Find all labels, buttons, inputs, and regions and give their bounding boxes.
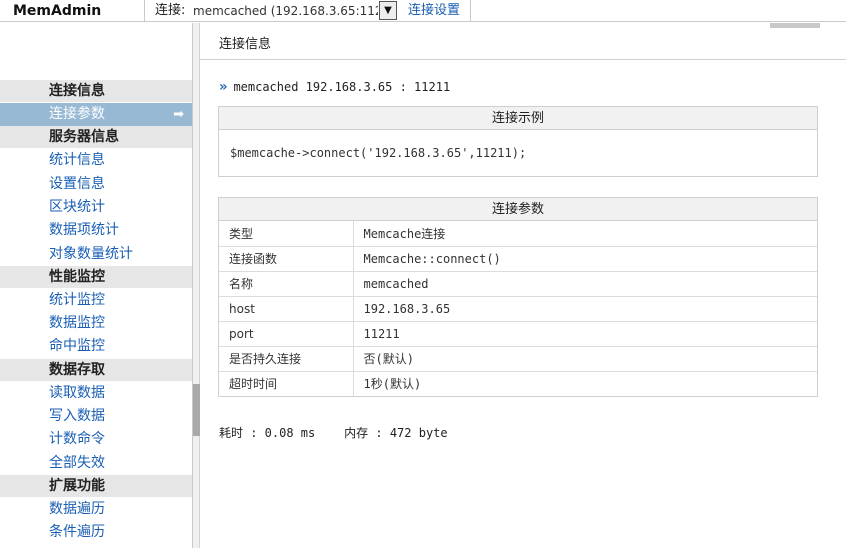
connection-example-box: 连接示例 $memcache->connect('192.168.3.65',1… [218, 106, 818, 177]
table-row: 连接函数 Memcache::connect() [219, 245, 817, 271]
server-address: memcached 192.168.3.65 : 11211 [233, 80, 451, 94]
sidebar-item-label: 统计监控 [49, 291, 105, 308]
param-value: memcached [353, 270, 817, 296]
main-top-tab-marker [770, 23, 820, 28]
connection-select[interactable]: memcached (192.168.3.65:112 [193, 2, 378, 20]
param-value: 11211 [353, 320, 817, 346]
sidebar-group-header: 连接信息 [0, 80, 192, 102]
param-value: Memcache连接 [363, 226, 446, 241]
sidebar-scrollbar-thumb[interactable] [193, 384, 200, 436]
connection-settings-link[interactable]: 连接设置 [408, 0, 460, 22]
sidebar-item[interactable]: 设置信息 [0, 173, 192, 196]
sidebar-item-label: 写入数据 [49, 408, 105, 424]
table-row: 名称 memcached [219, 270, 817, 296]
sidebar-item-label: 设置信息 [49, 175, 105, 192]
sidebar-item-label: 读取数据 [49, 384, 105, 401]
top-bar-divider [470, 0, 471, 22]
sidebar-item[interactable]: 数据项统计 [0, 219, 192, 242]
sidebar-item[interactable]: 统计信息 [0, 149, 192, 172]
sidebar-item-label: 连接参数 [49, 106, 105, 122]
sidebar-item-label: 对象数量统计 [49, 245, 133, 262]
param-key: port [219, 320, 354, 346]
sidebar-item[interactable]: 命中监控 [0, 335, 192, 358]
main-content: 连接信息 » memcached 192.168.3.65 : 11211 连接示… [200, 23, 846, 548]
connection-params-title: 连接参数 [219, 198, 817, 221]
connection-example-code: $memcache->connect('192.168.3.65',11211)… [230, 146, 527, 160]
main-top-strip [200, 23, 846, 29]
sidebar-group-header: 服务器信息 [0, 126, 192, 149]
sidebar-item[interactable]: 计数命令 [0, 428, 192, 451]
table-row: 超时时间 1秒(默认) [219, 370, 817, 396]
sidebar-item-label: 统计信息 [49, 152, 105, 169]
param-key: 是否持久连接 [219, 345, 354, 371]
top-bar: MemAdmin 连接: memcached (192.168.3.65:112… [0, 0, 846, 22]
sidebar-item[interactable]: 全部失效 [0, 452, 192, 475]
sidebar-group-header: 数据存取 [0, 358, 192, 381]
double-chevron-icon: » [219, 79, 228, 95]
sidebar-item-label: 条件遍历 [49, 524, 105, 541]
sidebar-scrollbar-track[interactable] [193, 23, 200, 548]
sidebar-group-header: 性能监控 [0, 265, 192, 288]
param-key: host [219, 295, 354, 321]
sidebar-item[interactable]: 对象数量统计 [0, 243, 192, 266]
sidebar-item[interactable]: 统计监控 [0, 289, 192, 312]
param-key: 名称 [219, 270, 354, 296]
param-value: Memcache::connect() [353, 245, 817, 271]
param-value: 否(默认) [353, 345, 817, 371]
sidebar-item-label: 计数命令 [49, 431, 105, 448]
dropdown-arrow-icon[interactable]: ▼ [379, 1, 397, 20]
page-title: 连接信息 [200, 30, 846, 60]
connection-label: 连接: [155, 3, 186, 18]
footer-stats: 耗时 : 0.08 ms 内存 : 472 byte [219, 426, 448, 440]
param-value: 192.168.3.65 [353, 295, 817, 321]
sidebar-item-label: 区块统计 [49, 198, 105, 215]
sidebar-item[interactable]: 条件遍历 [0, 521, 192, 544]
sidebar-item-label: 全部失效 [49, 454, 105, 471]
sidebar-item-label: 数据项统计 [49, 222, 119, 239]
param-key: 类型 [219, 221, 354, 246]
sidebar-item-label: 数据遍历 [49, 500, 105, 517]
sidebar-item-label: 数据监控 [49, 315, 105, 332]
table-row: 是否持久连接 否(默认) [219, 345, 817, 371]
sidebar-item[interactable]: 数据遍历 [0, 498, 192, 521]
sidebar-item[interactable]: 写入数据 [0, 405, 192, 428]
connection-example-title: 连接示例 [219, 107, 817, 130]
sidebar: 连接信息连接参数 ➡ 服务器信息统计信息设置信息区块统计数据项统计对象数量统计性能监… [0, 23, 193, 548]
server-line: » memcached 192.168.3.65 : 11211 [219, 79, 450, 95]
param-value: 1秒(默认) [353, 370, 817, 396]
sidebar-item[interactable]: 连接参数 ➡ [0, 103, 192, 126]
sidebar-item[interactable]: 数据监控 [0, 312, 192, 335]
sidebar-item-label: 命中监控 [49, 338, 105, 355]
connection-params-table: 类型 Memcache连接 连接函数 Memcache::connect() 名称 mem… [219, 221, 817, 396]
sidebar-group-header: 扩展功能 [0, 474, 192, 497]
sidebar-item[interactable]: 区块统计 [0, 196, 192, 219]
table-row: 类型 Memcache连接 [219, 221, 817, 246]
sidebar-item[interactable]: 读取数据 [0, 382, 192, 405]
param-key: 超时时间 [219, 370, 354, 396]
table-row: port 11211 [219, 320, 817, 346]
app-brand[interactable]: MemAdmin [0, 0, 145, 22]
connection-params-box: 连接参数 类型 Memcache连接 连接函数 Memcache::connect()… [218, 197, 818, 397]
arrow-right-icon: ➡ [173, 107, 184, 122]
table-row: host 192.168.3.65 [219, 295, 817, 321]
param-key: 连接函数 [219, 245, 354, 271]
